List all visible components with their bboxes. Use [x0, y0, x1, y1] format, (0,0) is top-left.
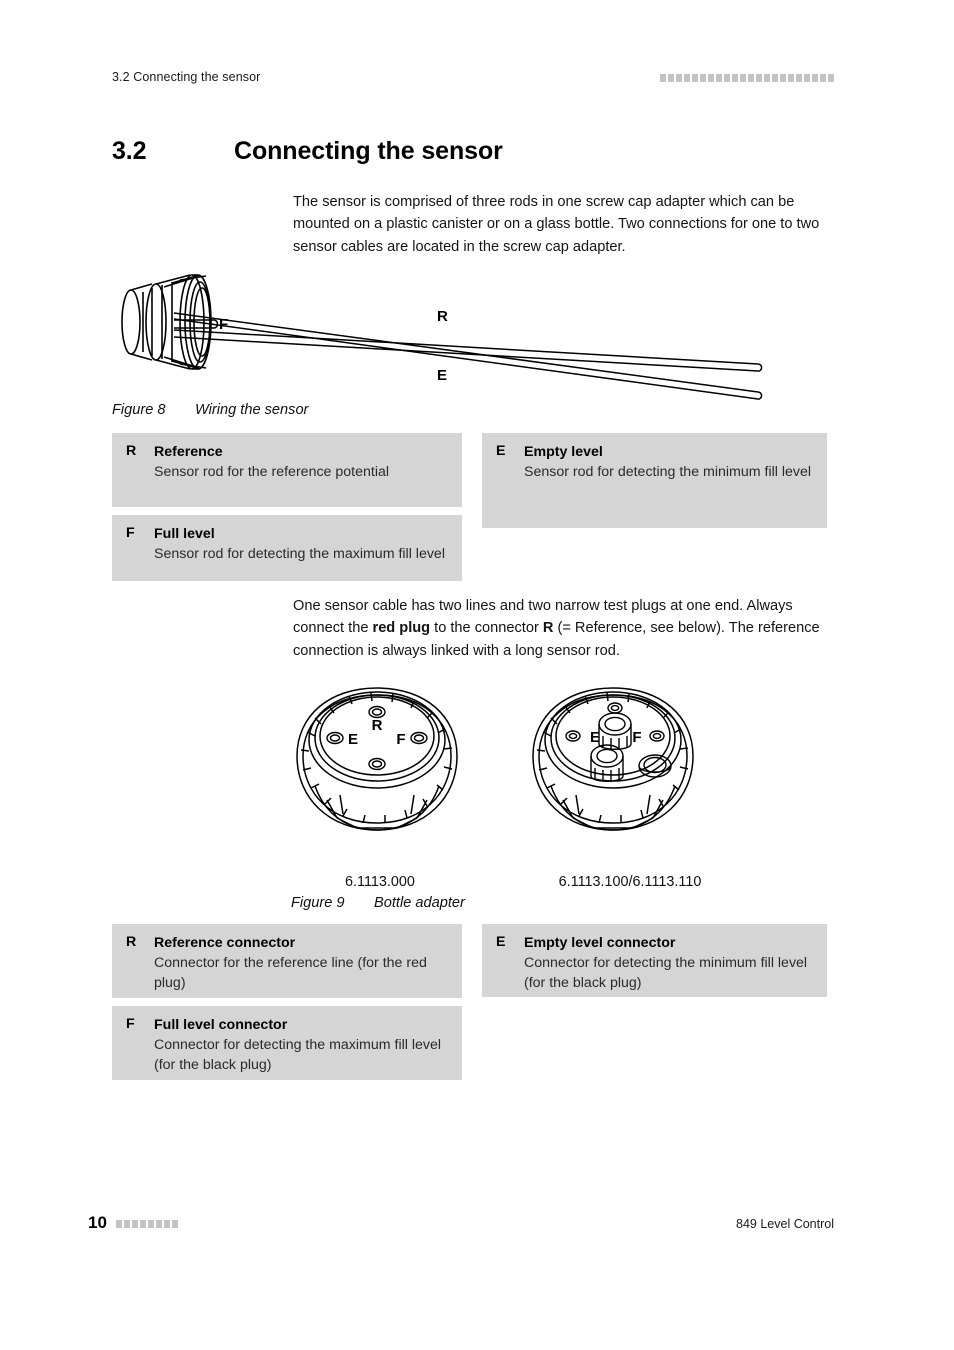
adapter-port-label-empty: E	[348, 731, 358, 748]
square-marker	[684, 74, 690, 82]
legend-item-full-level: F Full level Sensor rod for detecting th…	[112, 515, 462, 581]
figure-sensor-wiring-illustration: F R E	[112, 258, 772, 406]
square-marker	[140, 1220, 146, 1228]
section-heading-text: Connecting the sensor	[234, 137, 503, 165]
figure-8-title: Wiring the sensor	[195, 402, 309, 418]
header-running-title: 3.2 Connecting the sensor	[112, 70, 261, 84]
square-marker	[764, 74, 770, 82]
footer-square-marker-strip	[116, 1220, 178, 1228]
legend-item-empty-level-connector: E Empty level connector Connector for de…	[482, 924, 827, 997]
square-marker	[804, 74, 810, 82]
sensor-rod-legend-table: R Reference Sensor rod for the reference…	[112, 433, 834, 581]
page-header: 3.2 Connecting the sensor	[112, 70, 834, 90]
cable-connection-paragraph: One sensor cable has two lines and two n…	[293, 595, 838, 662]
rod-label-empty: E	[437, 367, 447, 384]
legend-key: R	[126, 934, 137, 950]
connector-legend-table: R Reference connector Connector for the …	[112, 924, 834, 1080]
legend-key: R	[126, 443, 137, 459]
square-marker	[740, 74, 746, 82]
figure-bottle-adapter-illustration: R E F E F	[285, 668, 725, 868]
square-marker	[780, 74, 786, 82]
bottle-adapters-svg: R E F E F	[296, 687, 694, 831]
figure-8-caption: Figure 8 Wiring the sensor	[112, 402, 308, 418]
section-number: 3.2	[112, 137, 147, 165]
adapter-port-label-reference: R	[372, 717, 383, 734]
square-marker	[708, 74, 714, 82]
square-marker	[124, 1220, 130, 1228]
intro-paragraph: The sensor is comprised of three rods in…	[293, 194, 820, 255]
cable-connector-r-emphasis: R	[542, 620, 554, 637]
square-marker	[748, 74, 754, 82]
square-marker	[812, 74, 818, 82]
rod-label-full: F	[219, 316, 228, 333]
figure-9-label: Figure 9	[291, 895, 345, 911]
legend-key: F	[126, 525, 135, 541]
square-marker	[156, 1220, 162, 1228]
figure-8-label: Figure 8	[112, 402, 166, 418]
page-title: 3.2 Connecting the sensor	[112, 137, 834, 166]
legend-description: Connector for the reference line (for th…	[154, 955, 427, 991]
square-marker	[716, 74, 722, 82]
legend-title: Reference	[154, 444, 223, 460]
bottle-adapter-right-drawing	[532, 687, 694, 831]
cable-red-plug-emphasis: red plug	[372, 620, 431, 637]
square-marker	[788, 74, 794, 82]
header-square-marker-strip	[660, 74, 834, 82]
square-marker	[772, 74, 778, 82]
legend-title: Empty level	[524, 444, 603, 460]
legend-key: E	[496, 934, 506, 950]
legend-title: Full level connector	[154, 1017, 288, 1033]
square-marker	[116, 1220, 122, 1228]
legend-title: Empty level connector	[524, 935, 676, 951]
square-marker	[756, 74, 762, 82]
cable-text-part-2: to the connector	[430, 620, 543, 637]
rod-label-reference: R	[437, 308, 448, 325]
adapter-port-label-full-right: F	[632, 729, 641, 746]
figure-9-caption: Figure 9 Bottle adapter	[291, 895, 465, 911]
square-marker	[148, 1220, 154, 1228]
legend-title: Reference connector	[154, 935, 296, 951]
sensor-rods-svg: F R E	[121, 274, 763, 400]
square-marker	[732, 74, 738, 82]
square-marker	[660, 74, 666, 82]
legend-item-reference-connector: R Reference connector Connector for the …	[112, 924, 462, 998]
square-marker	[700, 74, 706, 82]
adapter-port-label-full: F	[396, 731, 405, 748]
square-marker	[692, 74, 698, 82]
footer-document-title: 849 Level Control	[736, 1217, 834, 1231]
legend-item-empty-level: E Empty level Sensor rod for detecting t…	[482, 433, 827, 528]
legend-description: Sensor rod for detecting the maximum fil…	[154, 546, 445, 562]
legend-description: Connector for detecting the minimum fill…	[524, 955, 808, 991]
adapter-port-label-empty-right: E	[590, 729, 600, 746]
legend-description: Sensor rod for the reference potential	[154, 464, 390, 480]
square-marker	[164, 1220, 170, 1228]
legend-item-full-level-connector: F Full level connector Connector for det…	[112, 1006, 462, 1080]
square-marker	[828, 74, 834, 82]
square-marker	[676, 74, 682, 82]
legend-title: Full level	[154, 526, 215, 542]
square-marker	[820, 74, 826, 82]
adapter-right-part-number: 6.1113.100/6.1113.110	[558, 874, 702, 890]
square-marker	[132, 1220, 138, 1228]
legend-item-reference: R Reference Sensor rod for the reference…	[112, 433, 462, 507]
legend-key: E	[496, 443, 506, 459]
adapter-left-part-number: 6.1113.000	[345, 874, 415, 890]
square-marker	[724, 74, 730, 82]
square-marker	[172, 1220, 178, 1228]
legend-key: F	[126, 1016, 135, 1032]
page-number: 10	[88, 1213, 107, 1232]
legend-description: Connector for detecting the maximum fill…	[154, 1037, 442, 1073]
square-marker	[796, 74, 802, 82]
legend-description: Sensor rod for detecting the minimum fil…	[524, 464, 812, 480]
figure-9-title: Bottle adapter	[374, 895, 465, 911]
page-footer: 10 849 Level Control	[88, 1213, 834, 1235]
square-marker	[668, 74, 674, 82]
